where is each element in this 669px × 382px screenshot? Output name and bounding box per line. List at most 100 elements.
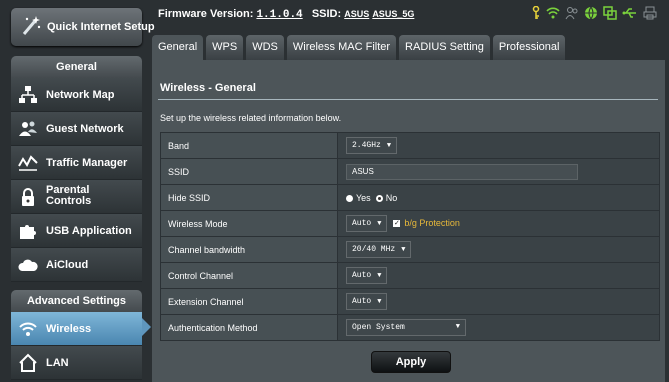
copy-icon[interactable]: [603, 6, 617, 20]
hide-ssid-label: Hide SSID: [160, 184, 338, 211]
wireless-mode-value: Auto: [352, 219, 372, 228]
sidebar-item-label: USB Application: [46, 225, 132, 237]
firmware-version-link[interactable]: 1.1.0.4: [256, 9, 302, 21]
wireless-general-panel: Wireless - General Set up the wireless r…: [152, 60, 665, 382]
bg-protection-label: b/g Protection: [404, 217, 460, 228]
traffic-manager-icon: [18, 155, 38, 171]
quick-internet-setup-label: Quick Internet Setup: [47, 21, 155, 33]
tab-wds[interactable]: WDS: [246, 35, 284, 60]
tab-general[interactable]: General: [152, 35, 204, 60]
sidebar-item-usb-application[interactable]: USB Application: [11, 214, 142, 248]
lock-icon: [22, 188, 34, 206]
hide-ssid-no-radio[interactable]: [375, 194, 383, 202]
table-row: Extension Channel Auto ▼: [160, 288, 660, 315]
wireless-mode-label: Wireless Mode: [160, 210, 338, 237]
authentication-method-value: Open System: [352, 323, 405, 332]
home-icon: [19, 353, 37, 372]
band-label: Band: [160, 132, 338, 159]
sidebar-item-label: Wireless: [46, 323, 92, 335]
cloud-icon: [18, 259, 38, 271]
table-row: SSID ASUS: [160, 158, 660, 185]
active-item-pointer: [142, 318, 151, 336]
sidebar-item-label: Traffic Manager: [46, 157, 128, 169]
chevron-down-icon: ▼: [455, 323, 460, 331]
tab-wireless-mac-filter[interactable]: Wireless MAC Filter: [286, 35, 397, 60]
ssid-label: SSID: [160, 158, 338, 185]
sidebar-item-label: Guest Network: [46, 123, 124, 135]
bg-protection-checkbox[interactable]: ✓: [393, 220, 401, 227]
sidebar-item-label: Network Map: [46, 89, 115, 101]
table-row: Wireless Mode Auto ▼ ✓ b/g Protection: [160, 210, 660, 237]
table-row: Channel bandwidth 20/40 MHz ▼: [160, 236, 660, 263]
chevron-down-icon: ▼: [401, 246, 406, 254]
table-row: Control Channel Auto ▼: [160, 262, 660, 289]
sidebar-item-label: Parental Controls: [46, 184, 92, 207]
authentication-method-select[interactable]: Open System ▼: [346, 319, 466, 336]
sidebar: Quick Internet Setup General Network Map…: [0, 0, 155, 382]
firmware-label: Firmware Version:: [158, 8, 254, 20]
extension-channel-select[interactable]: Auto ▼: [346, 293, 388, 310]
table-row: Band 2.4GHz ▼: [160, 132, 660, 159]
guest-network-icon: [19, 121, 37, 136]
magic-wand-icon: [22, 16, 41, 35]
wifi-status-icon[interactable]: [546, 6, 560, 20]
advanced-menu: Wireless LAN: [11, 312, 142, 380]
authentication-method-label: Authentication Method: [160, 314, 338, 341]
key-icon[interactable]: [531, 6, 541, 20]
hide-ssid-no-label: No: [385, 192, 398, 203]
sidebar-item-parental-controls[interactable]: Parental Controls: [11, 180, 142, 214]
chevron-down-icon: ▼: [386, 142, 392, 150]
wifi-icon: [19, 322, 37, 336]
control-channel-label: Control Channel: [160, 262, 338, 289]
channel-bandwidth-label: Channel bandwidth: [160, 236, 338, 263]
status-icons: [531, 6, 657, 20]
tab-wps[interactable]: WPS: [206, 35, 244, 60]
firmware-info: Firmware Version: 1.1.0.4 SSID: ASUS ASU…: [158, 8, 414, 21]
settings-table: Band 2.4GHz ▼ SSID ASUS Hide SSID Yes No …: [160, 132, 660, 341]
chevron-down-icon: ▼: [377, 272, 382, 280]
ssid-5ghz-link[interactable]: ASUS_5G: [372, 9, 414, 19]
usb-icon[interactable]: [622, 6, 638, 20]
extension-channel-label: Extension Channel: [160, 288, 338, 315]
extension-channel-value: Auto: [352, 297, 372, 306]
tab-professional[interactable]: Professional: [492, 35, 566, 60]
printer-icon[interactable]: [643, 6, 657, 20]
sidebar-item-wireless[interactable]: Wireless: [11, 312, 142, 346]
control-channel-value: Auto: [352, 271, 372, 280]
sidebar-item-label: AiCloud: [46, 259, 89, 271]
network-map-icon: [19, 86, 37, 103]
ssid-label: SSID:: [311, 8, 342, 20]
channel-bandwidth-value: 20/40 MHz: [352, 245, 396, 254]
quick-internet-setup-button[interactable]: Quick Internet Setup: [11, 8, 155, 46]
channel-bandwidth-select[interactable]: 20/40 MHz ▼: [346, 241, 412, 258]
general-menu: Network Map Guest Network Traffic Manage…: [11, 78, 142, 282]
tab-radius-setting[interactable]: RADIUS Setting: [399, 35, 490, 60]
puzzle-icon: [20, 225, 36, 239]
users-icon[interactable]: [565, 6, 579, 20]
settings-tabs: General WPS WDS Wireless MAC Filter RADI…: [152, 35, 566, 60]
top-status-bar: Firmware Version: 1.1.0.4 SSID: ASUS ASU…: [150, 0, 669, 30]
sidebar-item-aicloud[interactable]: AiCloud: [11, 248, 142, 282]
ssid-input[interactable]: ASUS: [346, 163, 578, 180]
sidebar-item-traffic-manager[interactable]: Traffic Manager: [11, 146, 142, 180]
sidebar-item-network-map[interactable]: Network Map: [11, 78, 142, 112]
page-title: Wireless - General: [160, 82, 256, 94]
band-select[interactable]: 2.4GHz ▼: [346, 137, 398, 154]
wireless-mode-select[interactable]: Auto ▼: [346, 215, 388, 232]
sidebar-item-guest-network[interactable]: Guest Network: [11, 112, 142, 146]
chevron-down-icon: ▼: [377, 298, 382, 306]
advanced-settings-header: Advanced Settings: [11, 290, 142, 312]
table-row: Authentication Method Open System ▼: [160, 314, 660, 341]
hide-ssid-yes-radio[interactable]: [346, 194, 353, 202]
page-description: Set up the wireless related information …: [160, 113, 342, 123]
title-divider: [158, 99, 658, 100]
chevron-down-icon: ▼: [377, 220, 382, 228]
apply-button[interactable]: Apply: [371, 351, 451, 373]
sidebar-item-label: LAN: [46, 357, 69, 369]
globe-icon[interactable]: [584, 6, 598, 20]
hide-ssid-yes-label: Yes: [356, 192, 371, 203]
ssid-24ghz-link[interactable]: ASUS: [344, 9, 369, 19]
table-row: Hide SSID Yes No: [160, 184, 660, 211]
control-channel-select[interactable]: Auto ▼: [346, 267, 388, 284]
sidebar-item-lan[interactable]: LAN: [11, 346, 142, 380]
